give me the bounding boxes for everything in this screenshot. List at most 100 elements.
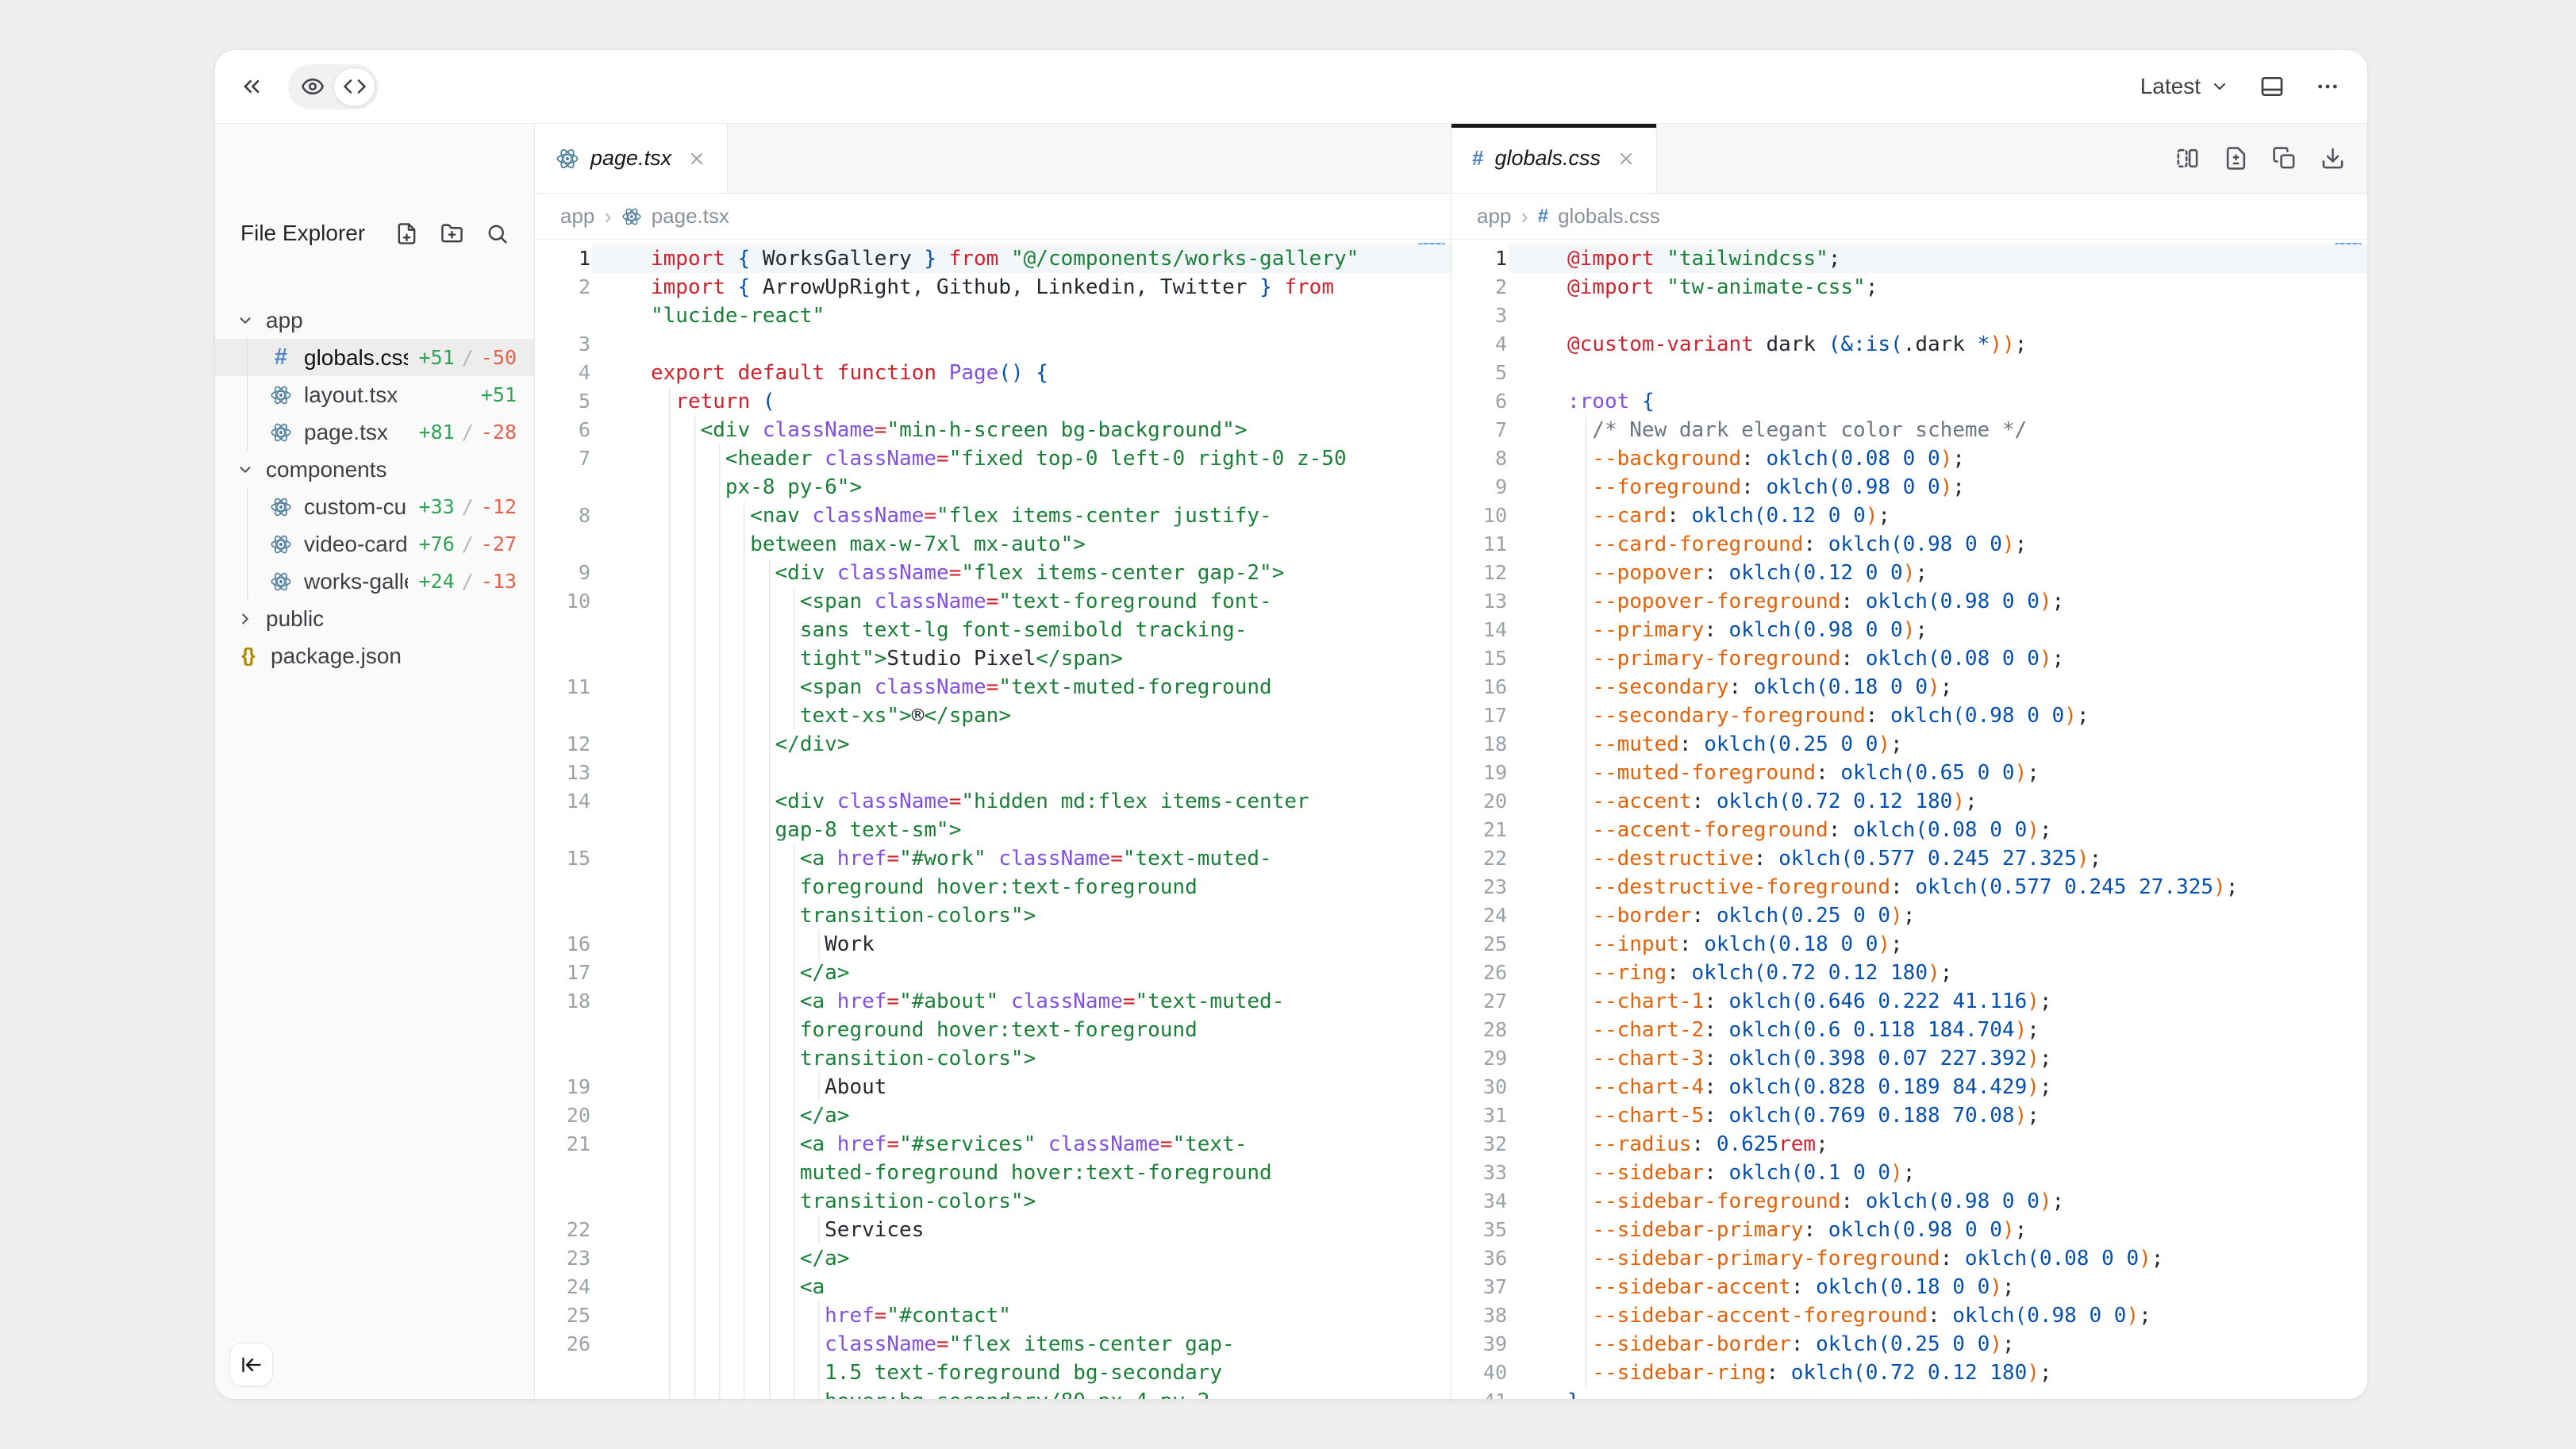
code-line-text: --sidebar-accent-foreground: oklch(0.98 … [1567,1301,2367,1330]
line-number: 41 [1451,1387,1507,1399]
version-dropdown[interactable]: Latest [2140,74,2229,99]
code-line: 22--destructive: oklch(0.577 0.245 27.32… [1451,844,2367,873]
tree-file-page.tsx[interactable]: page.tsx+81/-28 [215,413,534,451]
toolbar-right: Latest [2140,74,2340,99]
code-line: 8--background: oklch(0.08 0 0); [1451,444,2367,473]
diff-view-button[interactable] [2224,146,2248,171]
tree-item-label: video-card.tsx [304,532,408,557]
code-area-globals-css[interactable]: 1@import "tailwindcss";2@import "tw-anim… [1451,240,2367,1399]
line-number: 24 [535,1273,590,1301]
code-line: 9<div className="flex items-center gap-2… [535,559,1451,587]
breadcrumb-folder[interactable]: app [560,204,594,229]
tree-file-custom-curs-[interactable]: custom-curs…+33/-12 [215,488,534,525]
tab-globals-css[interactable]: # globals.css [1451,124,1657,193]
tree-folder-public[interactable]: public [215,600,534,637]
breadcrumb-folder[interactable]: app [1477,204,1511,229]
tab-page-tsx[interactable]: page.tsx [535,124,728,193]
code-line: 1import { WorksGallery } from "@/compone… [535,244,1451,273]
editor-globals-css: # globals.css [1451,124,2367,1399]
line-number: 18 [535,987,590,1073]
code-line: 13 [535,759,1451,787]
panel-bottom-button[interactable] [2259,74,2285,99]
download-icon [2320,146,2345,171]
download-button[interactable] [2320,146,2345,171]
line-number: 14 [1451,616,1507,644]
code-line: 18--muted: oklch(0.25 0 0); [1451,730,2367,759]
breadcrumb-file[interactable]: globals.css [1558,204,1660,229]
copy-code-button[interactable] [2272,146,2297,171]
line-number: 6 [535,416,590,444]
code-line: 6 <div className="min-h-screen bg-backgro… [535,416,1451,444]
new-file-button[interactable] [395,222,418,245]
diff-separator: / [462,495,474,518]
tree-folder-app[interactable]: app [215,302,534,339]
collapse-panel-button[interactable] [239,74,264,99]
tree-file-layout.tsx[interactable]: layout.tsx+51 [215,376,534,413]
tree-file-works-galler-[interactable]: works-galler…+24/-13 [215,563,534,600]
code-line-text: <div className="min-h-screen bg-backgrou… [651,416,1386,444]
code-line-text: About [651,1073,1261,1101]
close-tab-button[interactable] [687,149,706,168]
code-line: 2@import "tw-animate-css"; [1451,273,2367,302]
code-line-text: export default function Page() { [651,359,1435,387]
tree-file-video-card.tsx[interactable]: video-card.tsx +76/-27 [215,525,534,563]
line-number: 17 [535,959,590,987]
line-number: 36 [1451,1244,1507,1273]
code-line: 31--chart-5: oklch(0.769 0.188 70.08); [1451,1101,2367,1130]
line-number: 16 [535,930,590,959]
tree-item-label: package.json [271,644,506,669]
code-line: 30--chart-4: oklch(0.828 0.189 84.429); [1451,1073,2367,1101]
react-icon [269,533,293,555]
file-tree: app#globals.css+51/-50layout.tsx+51page.… [215,302,534,675]
breadcrumb-file[interactable]: page.tsx [652,204,729,229]
code-line: 15<a href="#work" className="text-muted-… [535,844,1451,930]
code-line-text: --sidebar-primary-foreground: oklch(0.08… [1567,1244,2367,1273]
line-number: 11 [535,673,590,730]
code-line-text: --ring: oklch(0.72 0.12 180); [1567,959,2367,987]
code-line-text: className="flex items-center gap-1.5 tex… [651,1330,1261,1399]
new-folder-button[interactable] [440,222,463,245]
tree-item-label: globals.css [304,345,408,371]
line-number: 34 [1451,1187,1507,1216]
line-number: 3 [535,330,590,359]
chevron-down-icon [2210,77,2229,96]
search-files-button[interactable] [486,222,509,245]
code-line: 25--input: oklch(0.18 0 0); [1451,930,2367,959]
code-area-page-tsx[interactable]: 1import { WorksGallery } from "@/compone… [535,240,1451,1399]
split-view-button[interactable] [2175,146,2200,171]
tree-file-globals.css[interactable]: #globals.css+51/-50 [215,339,534,376]
line-number: 31 [1451,1101,1507,1130]
lines-removed: -50 [481,346,517,369]
tree-folder-components[interactable]: components [215,451,534,488]
tree-file-package.json[interactable]: {}package.json [215,637,534,675]
search-icon [486,222,509,245]
code-line: 14--primary: oklch(0.98 0 0); [1451,616,2367,644]
code-line-text [1567,359,2367,387]
more-options-button[interactable] [2315,74,2340,99]
ellipsis-icon [2315,74,2340,99]
code-line: 23--destructive-foreground: oklch(0.577 … [1451,873,2367,901]
code-line-text: @import "tw-animate-css"; [1567,273,2367,302]
code-line-text: --background: oklch(0.08 0 0); [1567,444,2367,473]
code-line: 41} [1451,1387,2367,1399]
code-line: 32--radius: 0.625rem; [1451,1130,2367,1159]
line-number: 25 [1451,930,1507,959]
react-icon [269,496,293,518]
react-icon [621,206,642,227]
diff-stats: +33/-12 [419,495,517,518]
code-line: 18<a href="#about" className="text-muted… [535,987,1451,1073]
code-toggle-button[interactable] [333,67,375,106]
preview-toggle-button[interactable] [291,67,333,106]
close-tab-button[interactable] [1617,149,1636,168]
view-toggle [288,64,379,110]
diff-stats: +76/-27 [419,532,517,555]
chevron-down-icon [236,312,255,329]
code-line: 4@custom-variant dark (&:is(.dark *)); [1451,330,2367,359]
code-icon [343,75,367,98]
code-line-text: --popover-foreground: oklch(0.98 0 0); [1567,587,2367,616]
collapse-file-explorer-button[interactable] [229,1343,273,1386]
code-line: 16--secondary: oklch(0.18 0 0); [1451,673,2367,701]
tree-item-label: components [266,457,506,482]
tabstrip-page-tsx: page.tsx [535,124,1451,194]
copy-icon [2272,146,2297,171]
